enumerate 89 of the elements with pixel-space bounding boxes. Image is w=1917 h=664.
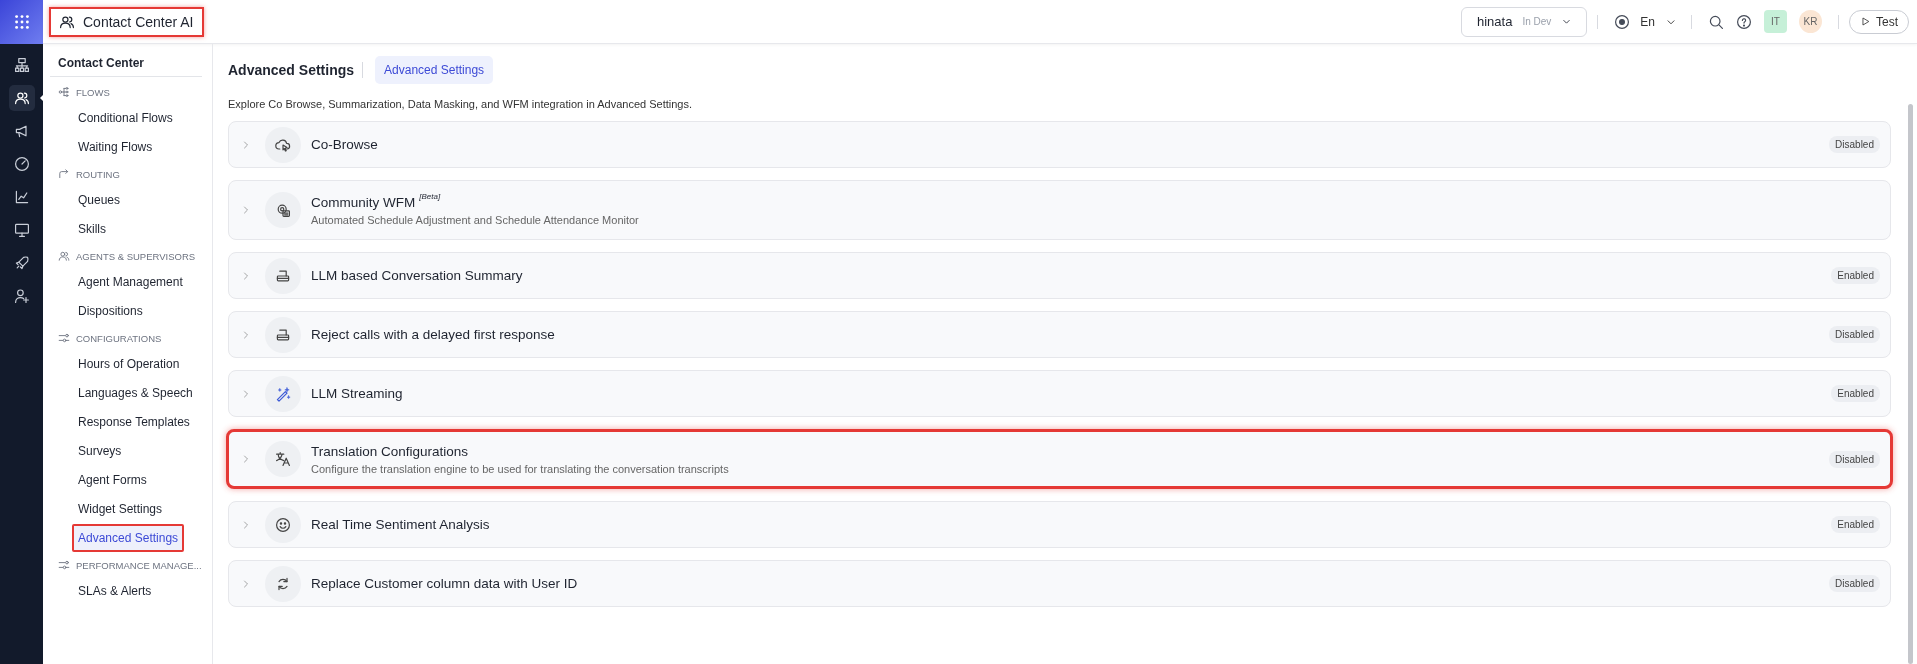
language-dropdown[interactable]: En xyxy=(1636,14,1681,29)
sidebar-item[interactable]: Agent Forms xyxy=(72,466,153,494)
chevron-right-icon xyxy=(241,578,251,589)
users-icon xyxy=(13,90,30,106)
setting-card[interactable]: LLM Streaming Enabled xyxy=(228,370,1891,417)
status-label: Disabled xyxy=(1829,136,1880,153)
sidebar-item[interactable]: Hours of Operation xyxy=(72,350,186,378)
user-avatar[interactable]: IT xyxy=(1764,10,1787,33)
workspace-dropdown[interactable]: hinata In Dev xyxy=(1460,6,1588,37)
page-description: Explore Co Browse, Summarization, Data Masking, and WFM integration in Advanced Settings. xyxy=(228,98,694,110)
setting-card[interactable]: Translation Configurations Configure the translation engine to be used for translating the conversation transcripts Disabled xyxy=(226,429,1893,489)
sidebar-item[interactable]: Response Templates xyxy=(72,408,196,436)
sidebar-item[interactable]: Conditional Flows xyxy=(72,104,179,132)
sidebar-item[interactable]: Queues xyxy=(72,186,127,214)
setting-title: LLM based Conversation Summary xyxy=(311,268,524,283)
sidebar-item[interactable]: Dispositions xyxy=(72,297,149,325)
translate-icon xyxy=(275,451,291,467)
setting-title: Reject calls with a delayed first response xyxy=(311,327,556,342)
sidebar-item[interactable]: Widget Settings xyxy=(72,495,169,523)
chevron-right-icon xyxy=(241,205,251,215)
setting-card[interactable]: Real Time Sentiment Analysis Enabled xyxy=(228,501,1891,548)
chevron-right-icon xyxy=(241,519,251,530)
setting-card[interactable]: LLM based Conversation Summary Enabled xyxy=(228,252,1891,299)
chevron-right-icon xyxy=(241,270,251,281)
page-title: Advanced Settings xyxy=(228,62,364,78)
magic-wand-icon xyxy=(275,385,291,402)
setting-description: Automated Schedule Adjustment and Schedule Attendance Monitor xyxy=(311,213,640,226)
setting-card[interactable]: Co-Browse Disabled xyxy=(228,121,1891,168)
sidebar-item[interactable]: Skills xyxy=(72,215,112,243)
setting-title: Co-Browse xyxy=(311,137,379,152)
scrollbar[interactable] xyxy=(1908,104,1913,664)
refresh-icon xyxy=(275,575,291,592)
status-label: Enabled xyxy=(1831,385,1880,402)
sidebar-title: Contact Center xyxy=(50,54,202,77)
chevron-right-icon xyxy=(241,454,251,464)
setting-card[interactable]: Community WFM $^{[Beta]}$ Automated Schedule Adjustment and Schedule Attendance Monitor xyxy=(228,180,1891,240)
sidebar-item[interactable]: Languages & Speech xyxy=(72,379,199,407)
test-button[interactable]: Test xyxy=(1849,9,1909,34)
status-label: Enabled xyxy=(1831,267,1880,284)
play-icon xyxy=(1860,16,1871,27)
flow-icon xyxy=(58,86,70,98)
setting-card[interactable]: Replace Customer column data with User ID Disabled xyxy=(228,560,1891,607)
chevron-right-icon xyxy=(241,139,251,150)
help-icon xyxy=(1736,13,1752,30)
app-launcher-button[interactable] xyxy=(0,0,43,44)
section-heading: ROUTING xyxy=(76,168,120,180)
section-heading: AGENTS & SUPERVISORS xyxy=(76,250,196,262)
grid-icon xyxy=(12,13,31,31)
route-icon xyxy=(58,168,70,180)
gauge-icon xyxy=(13,156,30,172)
sliders-icon xyxy=(58,332,70,344)
hierarchy-icon xyxy=(13,57,30,73)
sidebar-item[interactable]: SLAs & Alerts xyxy=(72,577,158,605)
smiley-icon xyxy=(275,516,291,533)
sliders-icon xyxy=(58,559,70,571)
section-heading: PERFORMANCE MANAGE... xyxy=(76,559,202,571)
status-label: Disabled xyxy=(1829,326,1880,343)
setting-title: LLM Streaming xyxy=(311,386,404,401)
section-heading: CONFIGURATIONS xyxy=(76,332,162,344)
sidebar-item[interactable]: Surveys xyxy=(72,437,128,465)
monitor-icon xyxy=(13,222,30,238)
user-plus-icon xyxy=(13,288,30,304)
rocket-icon xyxy=(13,255,30,271)
sidebar-item[interactable]: Advanced Settings xyxy=(72,524,185,552)
setting-title: Real Time Sentiment Analysis xyxy=(311,517,491,532)
user-avatar[interactable]: KR xyxy=(1799,10,1822,33)
sidebar-item[interactable]: Agent Management xyxy=(72,268,189,296)
target-icon xyxy=(1614,13,1631,30)
section-heading: FLOWS xyxy=(76,86,110,98)
megaphone-icon xyxy=(13,123,30,139)
line-chart-icon xyxy=(13,189,30,205)
users-icon xyxy=(58,250,70,262)
app-title[interactable]: Contact Center AI xyxy=(49,6,204,37)
setting-title: Translation Configurations xyxy=(311,443,470,459)
search-icon xyxy=(1708,13,1724,30)
status-label: Enabled xyxy=(1831,516,1880,533)
users-icon xyxy=(59,13,75,30)
gear-document-icon xyxy=(275,202,291,218)
sidebar-item[interactable]: Waiting Flows xyxy=(72,133,159,161)
setting-title: Community WFM $^{[Beta]}$ xyxy=(311,194,442,210)
chevron-right-icon xyxy=(241,388,251,399)
chevron-right-icon xyxy=(241,329,251,340)
setting-description: Configure the translation engine to be used for translating the conversation transcripts xyxy=(311,462,730,475)
environment-label: In Dev xyxy=(1522,16,1552,27)
setting-card[interactable]: Reject calls with a delayed first response Disabled xyxy=(228,311,1891,358)
tab[interactable]: Advanced Settings xyxy=(375,56,494,84)
setting-title: Replace Customer column data with User ID xyxy=(311,576,579,591)
status-label: Disabled xyxy=(1829,450,1880,468)
status-label: Disabled xyxy=(1829,575,1880,592)
